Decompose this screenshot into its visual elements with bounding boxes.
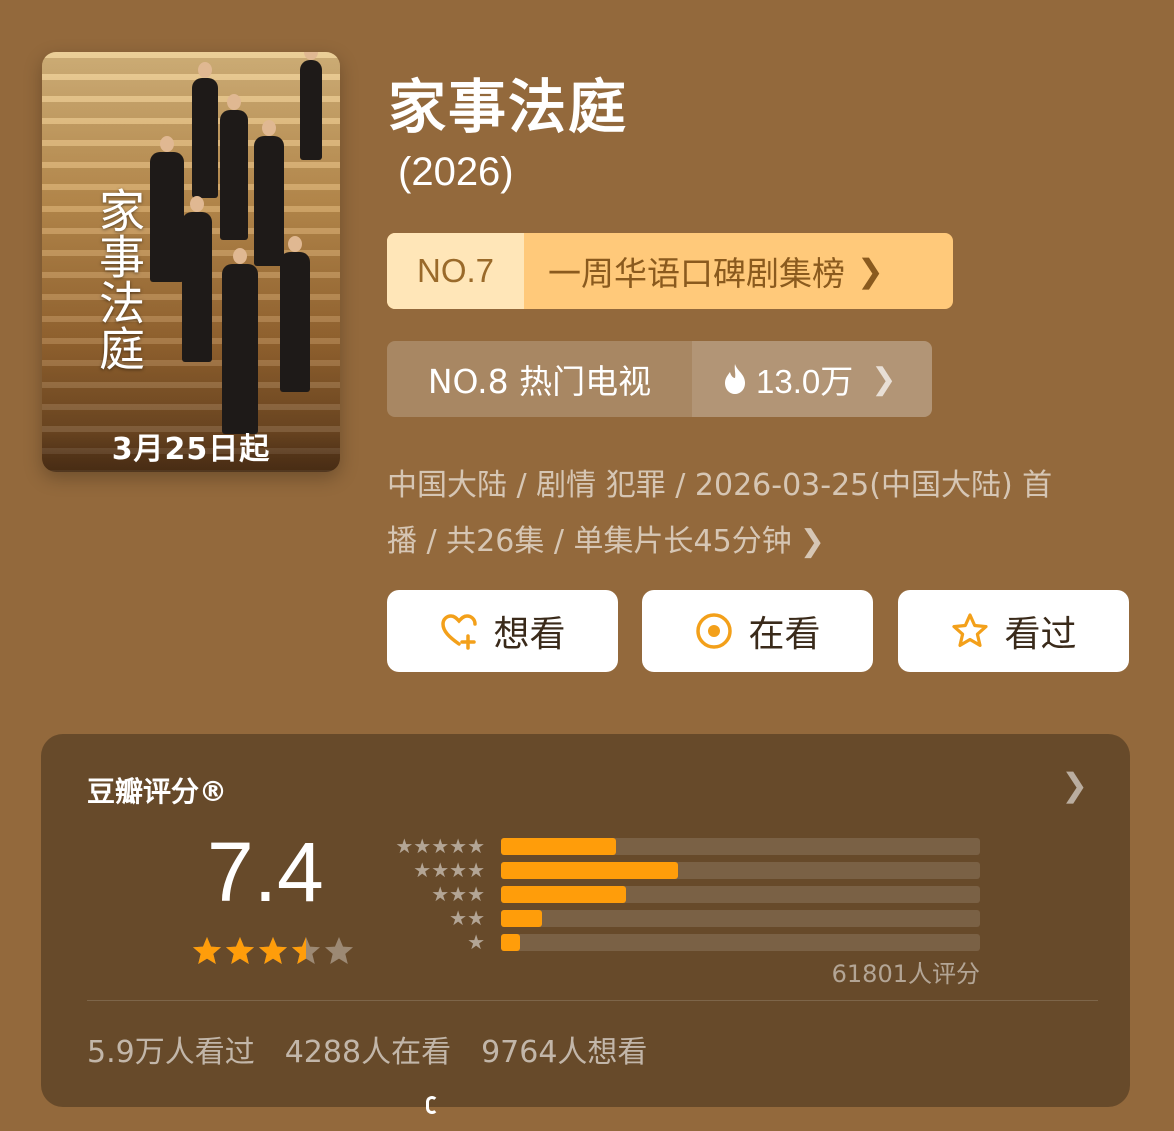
meta-line-2: 播 / 共26集 / 单集片长45分钟 bbox=[387, 524, 792, 559]
poster-figure bbox=[182, 196, 212, 362]
rank-hot-tv[interactable]: NO.8 热门电视 13.0万 ❯ bbox=[387, 341, 932, 417]
star-icon bbox=[952, 613, 989, 647]
rank-label-text: 一周华语口碑剧集榜 bbox=[548, 254, 845, 293]
watching-label: 在看 bbox=[748, 614, 821, 655]
chevron-right-icon: ❯ bbox=[857, 252, 884, 290]
rating-star bbox=[325, 937, 353, 964]
histogram-bar bbox=[501, 909, 542, 927]
rating-star bbox=[292, 937, 320, 964]
divider bbox=[87, 1000, 1098, 1001]
chevron-right-icon: ❯ bbox=[871, 362, 897, 396]
rating-count: 61801人评分 bbox=[831, 960, 980, 988]
watch-stats: 5.9万人看过 4288人在看 9764人想看 bbox=[87, 1027, 647, 1071]
star-level-icon: ★★ bbox=[449, 906, 485, 930]
poster-image[interactable]: 家事法庭 3月25日起 bbox=[42, 52, 340, 472]
loading-indicator bbox=[426, 1096, 438, 1114]
histogram-row: ★★★ bbox=[381, 882, 980, 906]
histogram-row: ★★★★ bbox=[381, 858, 980, 882]
histogram-track bbox=[501, 837, 980, 855]
poster-title: 家事法庭 bbox=[92, 187, 146, 371]
chevron-right-icon: ❯ bbox=[799, 524, 825, 559]
rating-card[interactable]: 豆瓣评分® ❯ 7.4 ★★★★★ ★★★★ ★★★ ★★ ★ 61801人评分 5.9… bbox=[41, 734, 1130, 1107]
rating-star bbox=[193, 937, 221, 964]
histogram-track bbox=[501, 909, 980, 927]
histogram-bar bbox=[501, 861, 679, 879]
rating-score: 7.4 bbox=[207, 825, 324, 919]
meta-line-2-wrap: 播 / 共26集 / 单集片长45分钟 ❯ bbox=[387, 514, 1117, 570]
star-level-icon: ★ bbox=[467, 930, 485, 954]
histogram-track bbox=[501, 885, 980, 903]
release-year: (2026) bbox=[398, 150, 514, 194]
histogram-track bbox=[501, 861, 980, 879]
stat-want: 9764人想看 bbox=[481, 1035, 648, 1070]
rank-label: 一周华语口碑剧集榜 ❯ bbox=[524, 233, 953, 309]
poster-figure bbox=[222, 248, 258, 434]
poster-figure bbox=[300, 52, 322, 160]
watching-button[interactable]: 在看 bbox=[642, 590, 873, 672]
watched-label: 看过 bbox=[1004, 614, 1077, 655]
rank-number: NO.7 bbox=[387, 233, 524, 309]
meta-line-1: 中国大陆 / 剧情 犯罪 / 2026-03-25(中国大陆) 首 bbox=[387, 468, 1053, 503]
chevron-right-icon[interactable]: ❯ bbox=[1061, 766, 1088, 804]
stat-watched: 5.9万人看过 bbox=[87, 1035, 255, 1070]
flame-icon bbox=[725, 364, 745, 394]
stat-watching: 4288人在看 bbox=[284, 1035, 452, 1070]
histogram-track bbox=[501, 933, 980, 951]
want-button[interactable]: 想看 bbox=[387, 590, 618, 672]
poster-figure bbox=[280, 236, 310, 392]
histogram-bar bbox=[501, 837, 616, 855]
poster-figure bbox=[254, 120, 284, 266]
star-level-icon: ★★★★★ bbox=[395, 834, 485, 858]
page-title: 家事法庭 bbox=[388, 73, 629, 141]
poster-figure bbox=[220, 94, 248, 240]
histogram-bar bbox=[501, 885, 626, 903]
rating-star bbox=[259, 937, 287, 964]
rating-histogram: ★★★★★ ★★★★ ★★★ ★★ ★ bbox=[381, 834, 980, 954]
want-label: 想看 bbox=[493, 614, 566, 655]
rank-weekly-chart[interactable]: NO.7 一周华语口碑剧集榜 ❯ bbox=[387, 233, 953, 309]
histogram-row: ★★★★★ bbox=[381, 834, 980, 858]
rating-stars bbox=[191, 935, 356, 967]
meta-info[interactable]: 中国大陆 / 剧情 犯罪 / 2026-03-25(中国大陆) 首 播 / 共2… bbox=[387, 458, 1117, 570]
heat-value: 13.0万 ❯ bbox=[692, 341, 932, 417]
heart-plus-icon bbox=[441, 614, 478, 650]
rating-star bbox=[226, 937, 254, 964]
watched-button[interactable]: 看过 bbox=[898, 590, 1129, 672]
rank-hot-label: NO.8 热门电视 bbox=[427, 362, 652, 401]
star-level-icon: ★★★ bbox=[431, 882, 485, 906]
star-level-icon: ★★★★ bbox=[413, 858, 485, 882]
poster-date: 3月25日起 bbox=[42, 432, 340, 472]
poster-figure bbox=[192, 62, 218, 198]
poster-figure bbox=[150, 136, 184, 282]
histogram-bar bbox=[501, 933, 521, 951]
histogram-row: ★ bbox=[381, 930, 980, 954]
rating-heading: 豆瓣评分® bbox=[87, 775, 228, 808]
histogram-row: ★★ bbox=[381, 906, 980, 930]
target-icon bbox=[696, 613, 733, 649]
heat-count: 13.0万 bbox=[756, 363, 854, 400]
